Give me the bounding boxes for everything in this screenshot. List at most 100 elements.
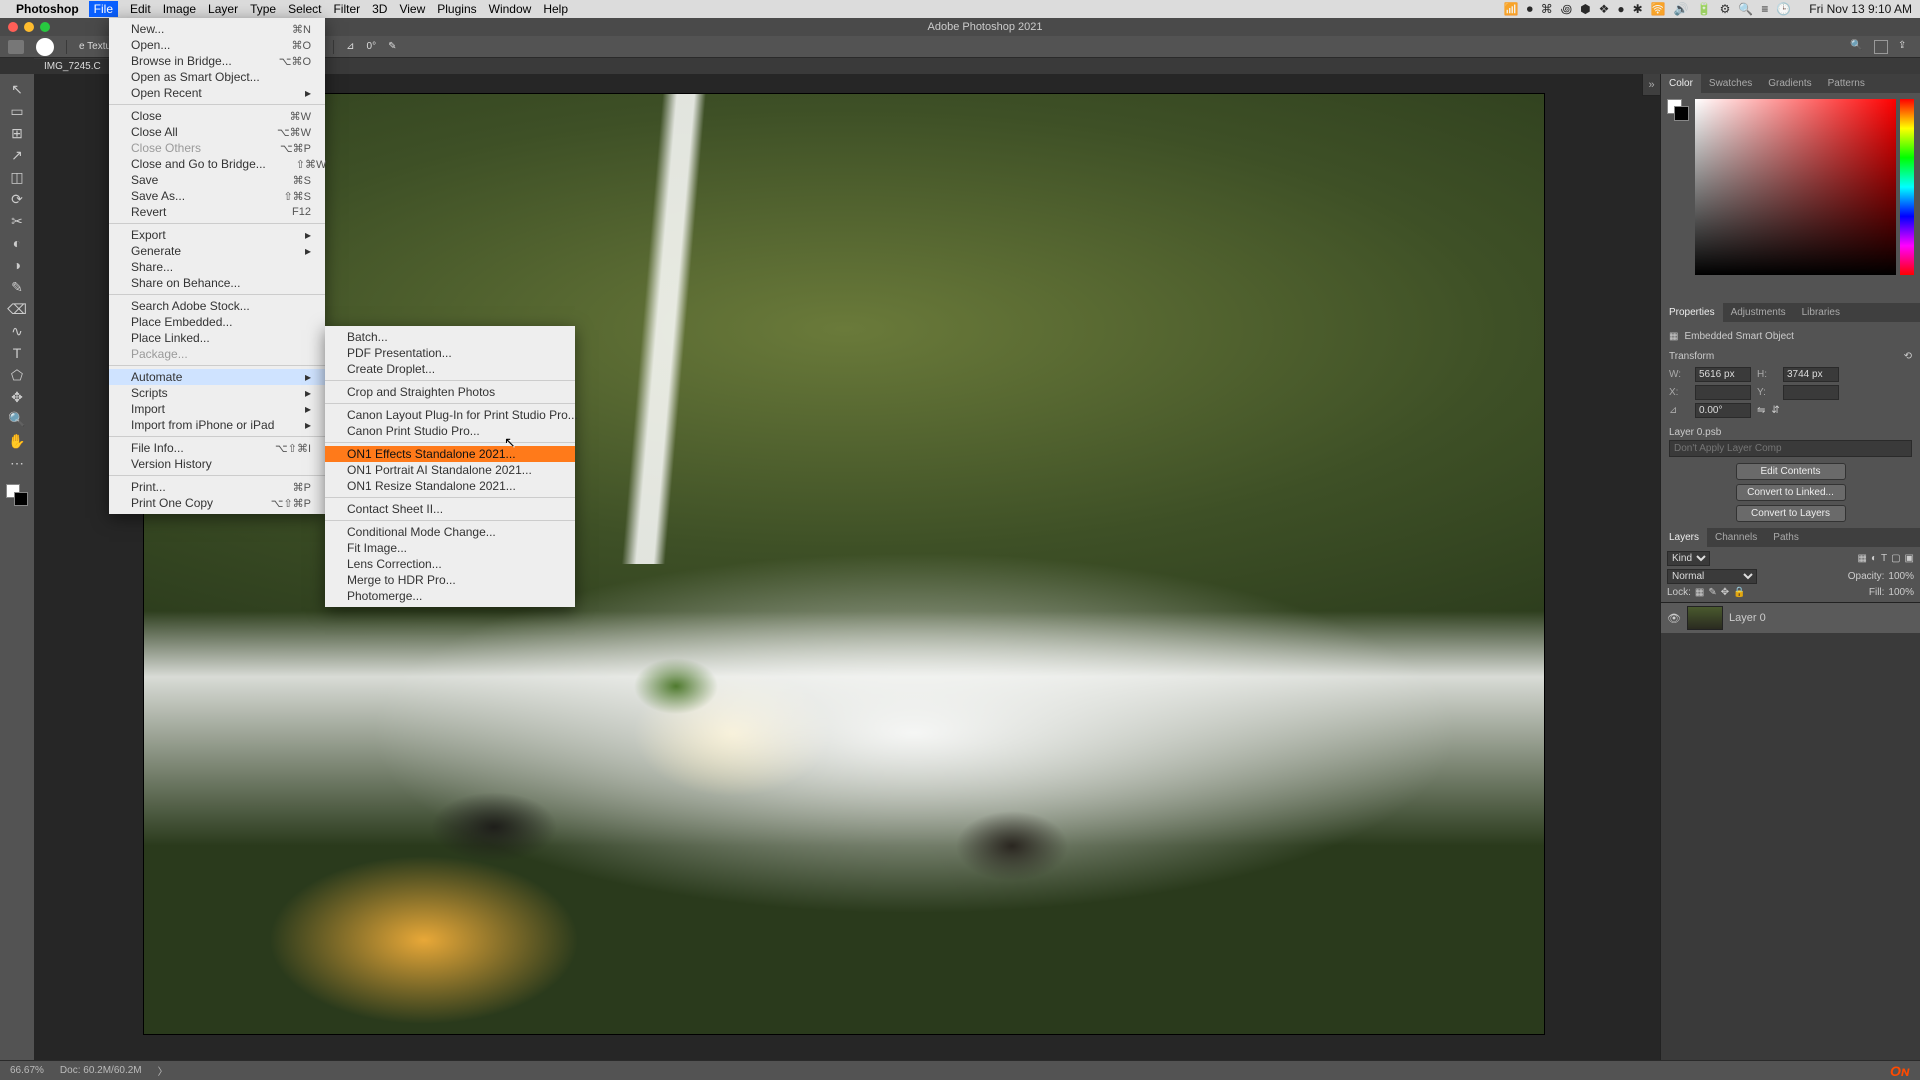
- menu-item[interactable]: File Info...⌥⇧⌘I: [109, 440, 325, 456]
- tool-button[interactable]: ⌫: [6, 298, 28, 320]
- width-input[interactable]: [1695, 367, 1751, 382]
- menubar-status-icon[interactable]: 🔊: [1674, 2, 1689, 16]
- menu-item[interactable]: Share...: [109, 259, 325, 275]
- home-button[interactable]: [8, 40, 24, 54]
- menubar-status-icon[interactable]: ⌘: [1541, 2, 1553, 16]
- convert-linked-button[interactable]: Convert to Linked...: [1736, 484, 1846, 501]
- menubar-status-icon[interactable]: ≡: [1761, 2, 1768, 16]
- menu-item[interactable]: Contact Sheet II...: [325, 501, 575, 517]
- menu-file[interactable]: File: [89, 1, 118, 17]
- color-field[interactable]: [1695, 99, 1896, 275]
- tool-button[interactable]: ◑: [6, 254, 28, 276]
- menu-plugins[interactable]: Plugins: [437, 2, 476, 16]
- panel-collapse-icon[interactable]: »: [1642, 74, 1660, 96]
- menu-item[interactable]: Place Linked...: [109, 330, 325, 346]
- tool-button[interactable]: 🔍: [6, 408, 28, 430]
- menu-item[interactable]: Search Adobe Stock...: [109, 298, 325, 314]
- tool-button[interactable]: T: [6, 342, 28, 364]
- menu-item[interactable]: Batch...: [325, 329, 575, 345]
- tab-color[interactable]: Color: [1661, 74, 1701, 93]
- app-name[interactable]: Photoshop: [16, 2, 79, 16]
- opt-angle[interactable]: 0°: [367, 41, 377, 52]
- menubar-status-icon[interactable]: ✱: [1633, 2, 1643, 16]
- tool-button[interactable]: ◫: [6, 166, 28, 188]
- panel-swatch[interactable]: [1667, 99, 1689, 121]
- menubar-status-icon[interactable]: 🔍: [1738, 2, 1753, 16]
- kind-filter[interactable]: Kind: [1667, 551, 1710, 566]
- menu-type[interactable]: Type: [250, 2, 276, 16]
- traffic-zoom[interactable]: [40, 22, 50, 32]
- menubar-status-icon[interactable]: ❖: [1599, 2, 1610, 16]
- tool-button[interactable]: ✂: [6, 210, 28, 232]
- convert-layers-button[interactable]: Convert to Layers: [1736, 505, 1846, 522]
- menu-item[interactable]: Canon Layout Plug-In for Print Studio Pr…: [325, 407, 575, 423]
- tab-layers[interactable]: Layers: [1661, 528, 1707, 547]
- workspace-icon[interactable]: [1874, 40, 1888, 54]
- menubar-status-icon[interactable]: 🛜: [1651, 2, 1666, 16]
- menu-item[interactable]: Save⌘S: [109, 172, 325, 188]
- menu-item[interactable]: Conditional Mode Change...: [325, 524, 575, 540]
- menu-item[interactable]: Place Embedded...: [109, 314, 325, 330]
- menu-item[interactable]: Lens Correction...: [325, 556, 575, 572]
- tab-patterns[interactable]: Patterns: [1820, 74, 1873, 93]
- tool-button[interactable]: ∿: [6, 320, 28, 342]
- menu-filter[interactable]: Filter: [333, 2, 360, 16]
- menu-item[interactable]: Open...⌘O: [109, 37, 325, 53]
- menu-item[interactable]: Save As...⇧⌘S: [109, 188, 325, 204]
- flip-v-icon[interactable]: ⇵: [1771, 405, 1779, 416]
- lock-trans-icon[interactable]: ▦: [1695, 587, 1704, 598]
- lock-all-icon[interactable]: 🔒: [1733, 587, 1745, 598]
- edit-contents-button[interactable]: Edit Contents: [1736, 463, 1846, 480]
- menu-item[interactable]: ON1 Resize Standalone 2021...: [325, 478, 575, 494]
- menu-item[interactable]: Photomerge...: [325, 588, 575, 604]
- tab-adjustments[interactable]: Adjustments: [1723, 303, 1794, 322]
- layercomp-select[interactable]: [1669, 440, 1912, 457]
- menu-3d[interactable]: 3D: [372, 2, 387, 16]
- tab-gradients[interactable]: Gradients: [1760, 74, 1819, 93]
- brush-preview[interactable]: [36, 38, 54, 56]
- zoom-level[interactable]: 66.67%: [10, 1065, 44, 1076]
- search-icon[interactable]: 🔍: [1850, 40, 1864, 54]
- menu-item[interactable]: Browse in Bridge...⌥⌘O: [109, 53, 325, 69]
- x-input[interactable]: [1695, 385, 1751, 400]
- menubar-status-icon[interactable]: ⚙: [1720, 2, 1731, 16]
- menu-item[interactable]: PDF Presentation...: [325, 345, 575, 361]
- doc-size[interactable]: Doc: 60.2M/60.2M: [60, 1065, 142, 1076]
- menu-item[interactable]: Import from iPhone or iPad▸: [109, 417, 325, 433]
- tool-button[interactable]: ◐: [6, 232, 28, 254]
- angle-input[interactable]: [1695, 403, 1751, 418]
- menu-item[interactable]: Create Droplet...: [325, 361, 575, 377]
- menu-item[interactable]: Automate▸: [109, 369, 325, 385]
- menubar-status-icon[interactable]: 📶: [1504, 2, 1519, 16]
- menu-layer[interactable]: Layer: [208, 2, 238, 16]
- menu-item[interactable]: Fit Image...: [325, 540, 575, 556]
- background-swatch[interactable]: [14, 492, 28, 506]
- menubar-status-icon[interactable]: 🕒: [1776, 2, 1791, 16]
- layer-row[interactable]: 👁 Layer 0: [1661, 603, 1920, 633]
- filter-smart-icon[interactable]: ▣: [1905, 553, 1914, 564]
- opacity-value[interactable]: 100%: [1888, 571, 1914, 582]
- layer-name[interactable]: Layer 0: [1729, 612, 1766, 624]
- traffic-close[interactable]: [8, 22, 18, 32]
- menu-item[interactable]: ON1 Effects Standalone 2021...: [325, 446, 575, 462]
- filter-pixel-icon[interactable]: ▦: [1857, 553, 1866, 564]
- menu-item[interactable]: Open Recent▸: [109, 85, 325, 101]
- menubar-status-icon[interactable]: 🔋: [1697, 2, 1712, 16]
- menu-image[interactable]: Image: [163, 2, 196, 16]
- tool-button[interactable]: ⬠: [6, 364, 28, 386]
- opt-pressure-icon[interactable]: ✎: [388, 41, 396, 52]
- menu-item[interactable]: Import▸: [109, 401, 325, 417]
- tab-channels[interactable]: Channels: [1707, 528, 1765, 547]
- tool-button[interactable]: ✋: [6, 430, 28, 452]
- menu-item[interactable]: Version History: [109, 456, 325, 472]
- menu-item[interactable]: Crop and Straighten Photos: [325, 384, 575, 400]
- menu-view[interactable]: View: [399, 2, 425, 16]
- filter-shape-icon[interactable]: ▢: [1891, 553, 1900, 564]
- menu-item[interactable]: Scripts▸: [109, 385, 325, 401]
- menu-item[interactable]: Print...⌘P: [109, 479, 325, 495]
- filter-type-icon[interactable]: T: [1881, 553, 1887, 564]
- tool-button[interactable]: ⋯: [6, 452, 28, 474]
- tool-button[interactable]: ⊞: [6, 122, 28, 144]
- menu-item[interactable]: ON1 Portrait AI Standalone 2021...: [325, 462, 575, 478]
- lock-pos-icon[interactable]: ✥: [1721, 587, 1729, 598]
